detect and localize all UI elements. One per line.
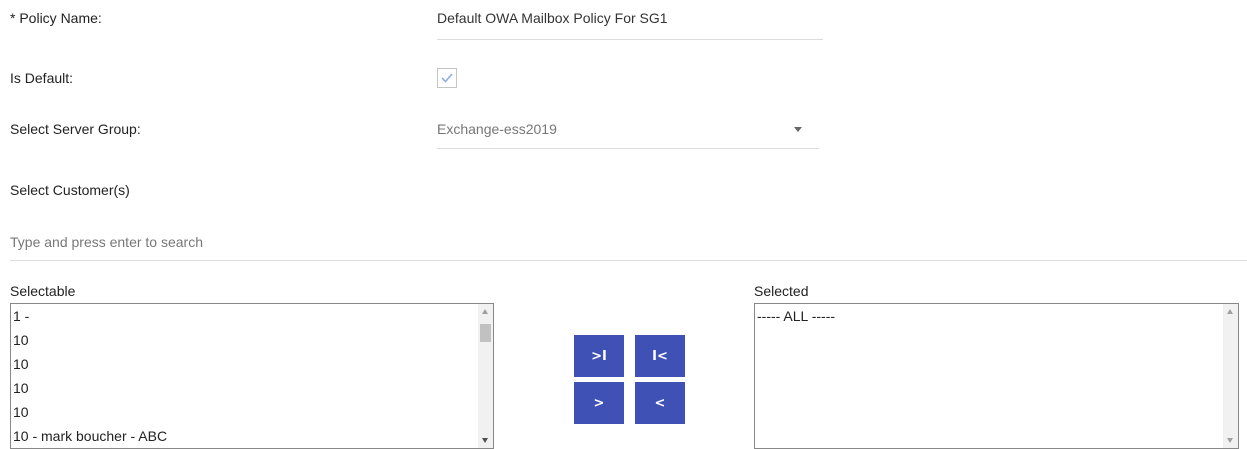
policy-name-input[interactable]: Default OWA Mailbox Policy For SG1	[437, 10, 668, 26]
move-right-button[interactable]: >	[574, 382, 624, 424]
list-item[interactable]: 10 - mark boucher - ABC	[11, 427, 493, 445]
selectable-scrollbar[interactable]	[478, 304, 493, 448]
policy-name-label: * Policy Name:	[10, 10, 102, 26]
selectable-listbox[interactable]: 1 - 10 10 10 10 10 - mark boucher - ABC	[10, 303, 494, 449]
is-default-label: Is Default:	[10, 70, 74, 86]
scroll-down-arrow-icon[interactable]	[1227, 438, 1233, 443]
scroll-up-arrow-icon[interactable]	[1227, 309, 1233, 314]
policy-name-underline	[437, 39, 823, 40]
scrollbar-thumb[interactable]	[480, 324, 491, 342]
select-customers-label: Select Customer(s)	[10, 182, 130, 198]
selectable-label: Selectable	[10, 283, 76, 299]
checkmark-icon	[441, 73, 453, 83]
move-all-right-button[interactable]: >I	[574, 335, 624, 377]
list-item[interactable]: 10	[11, 355, 493, 373]
list-item[interactable]: 10	[11, 403, 493, 421]
scroll-down-arrow-icon[interactable]	[482, 438, 488, 443]
server-group-value[interactable]: Exchange-ess2019	[437, 121, 557, 137]
search-underline	[10, 260, 1247, 261]
selected-label: Selected	[754, 283, 809, 299]
is-default-checkbox[interactable]	[437, 68, 457, 88]
list-item[interactable]: 10	[11, 379, 493, 397]
move-all-left-button[interactable]: I<	[635, 335, 685, 377]
server-group-underline	[437, 148, 819, 149]
list-item[interactable]: 1 -	[11, 307, 493, 325]
move-left-button[interactable]: <	[635, 382, 685, 424]
selected-listbox[interactable]: ----- ALL -----	[754, 303, 1239, 449]
list-item[interactable]: ----- ALL -----	[755, 307, 1238, 325]
server-group-label: Select Server Group:	[10, 121, 141, 137]
scroll-up-arrow-icon[interactable]	[482, 309, 488, 314]
list-item[interactable]: 10	[11, 331, 493, 349]
customer-search-input[interactable]	[10, 230, 1247, 254]
dropdown-caret-icon[interactable]	[794, 127, 802, 132]
selected-scrollbar[interactable]	[1223, 304, 1238, 448]
